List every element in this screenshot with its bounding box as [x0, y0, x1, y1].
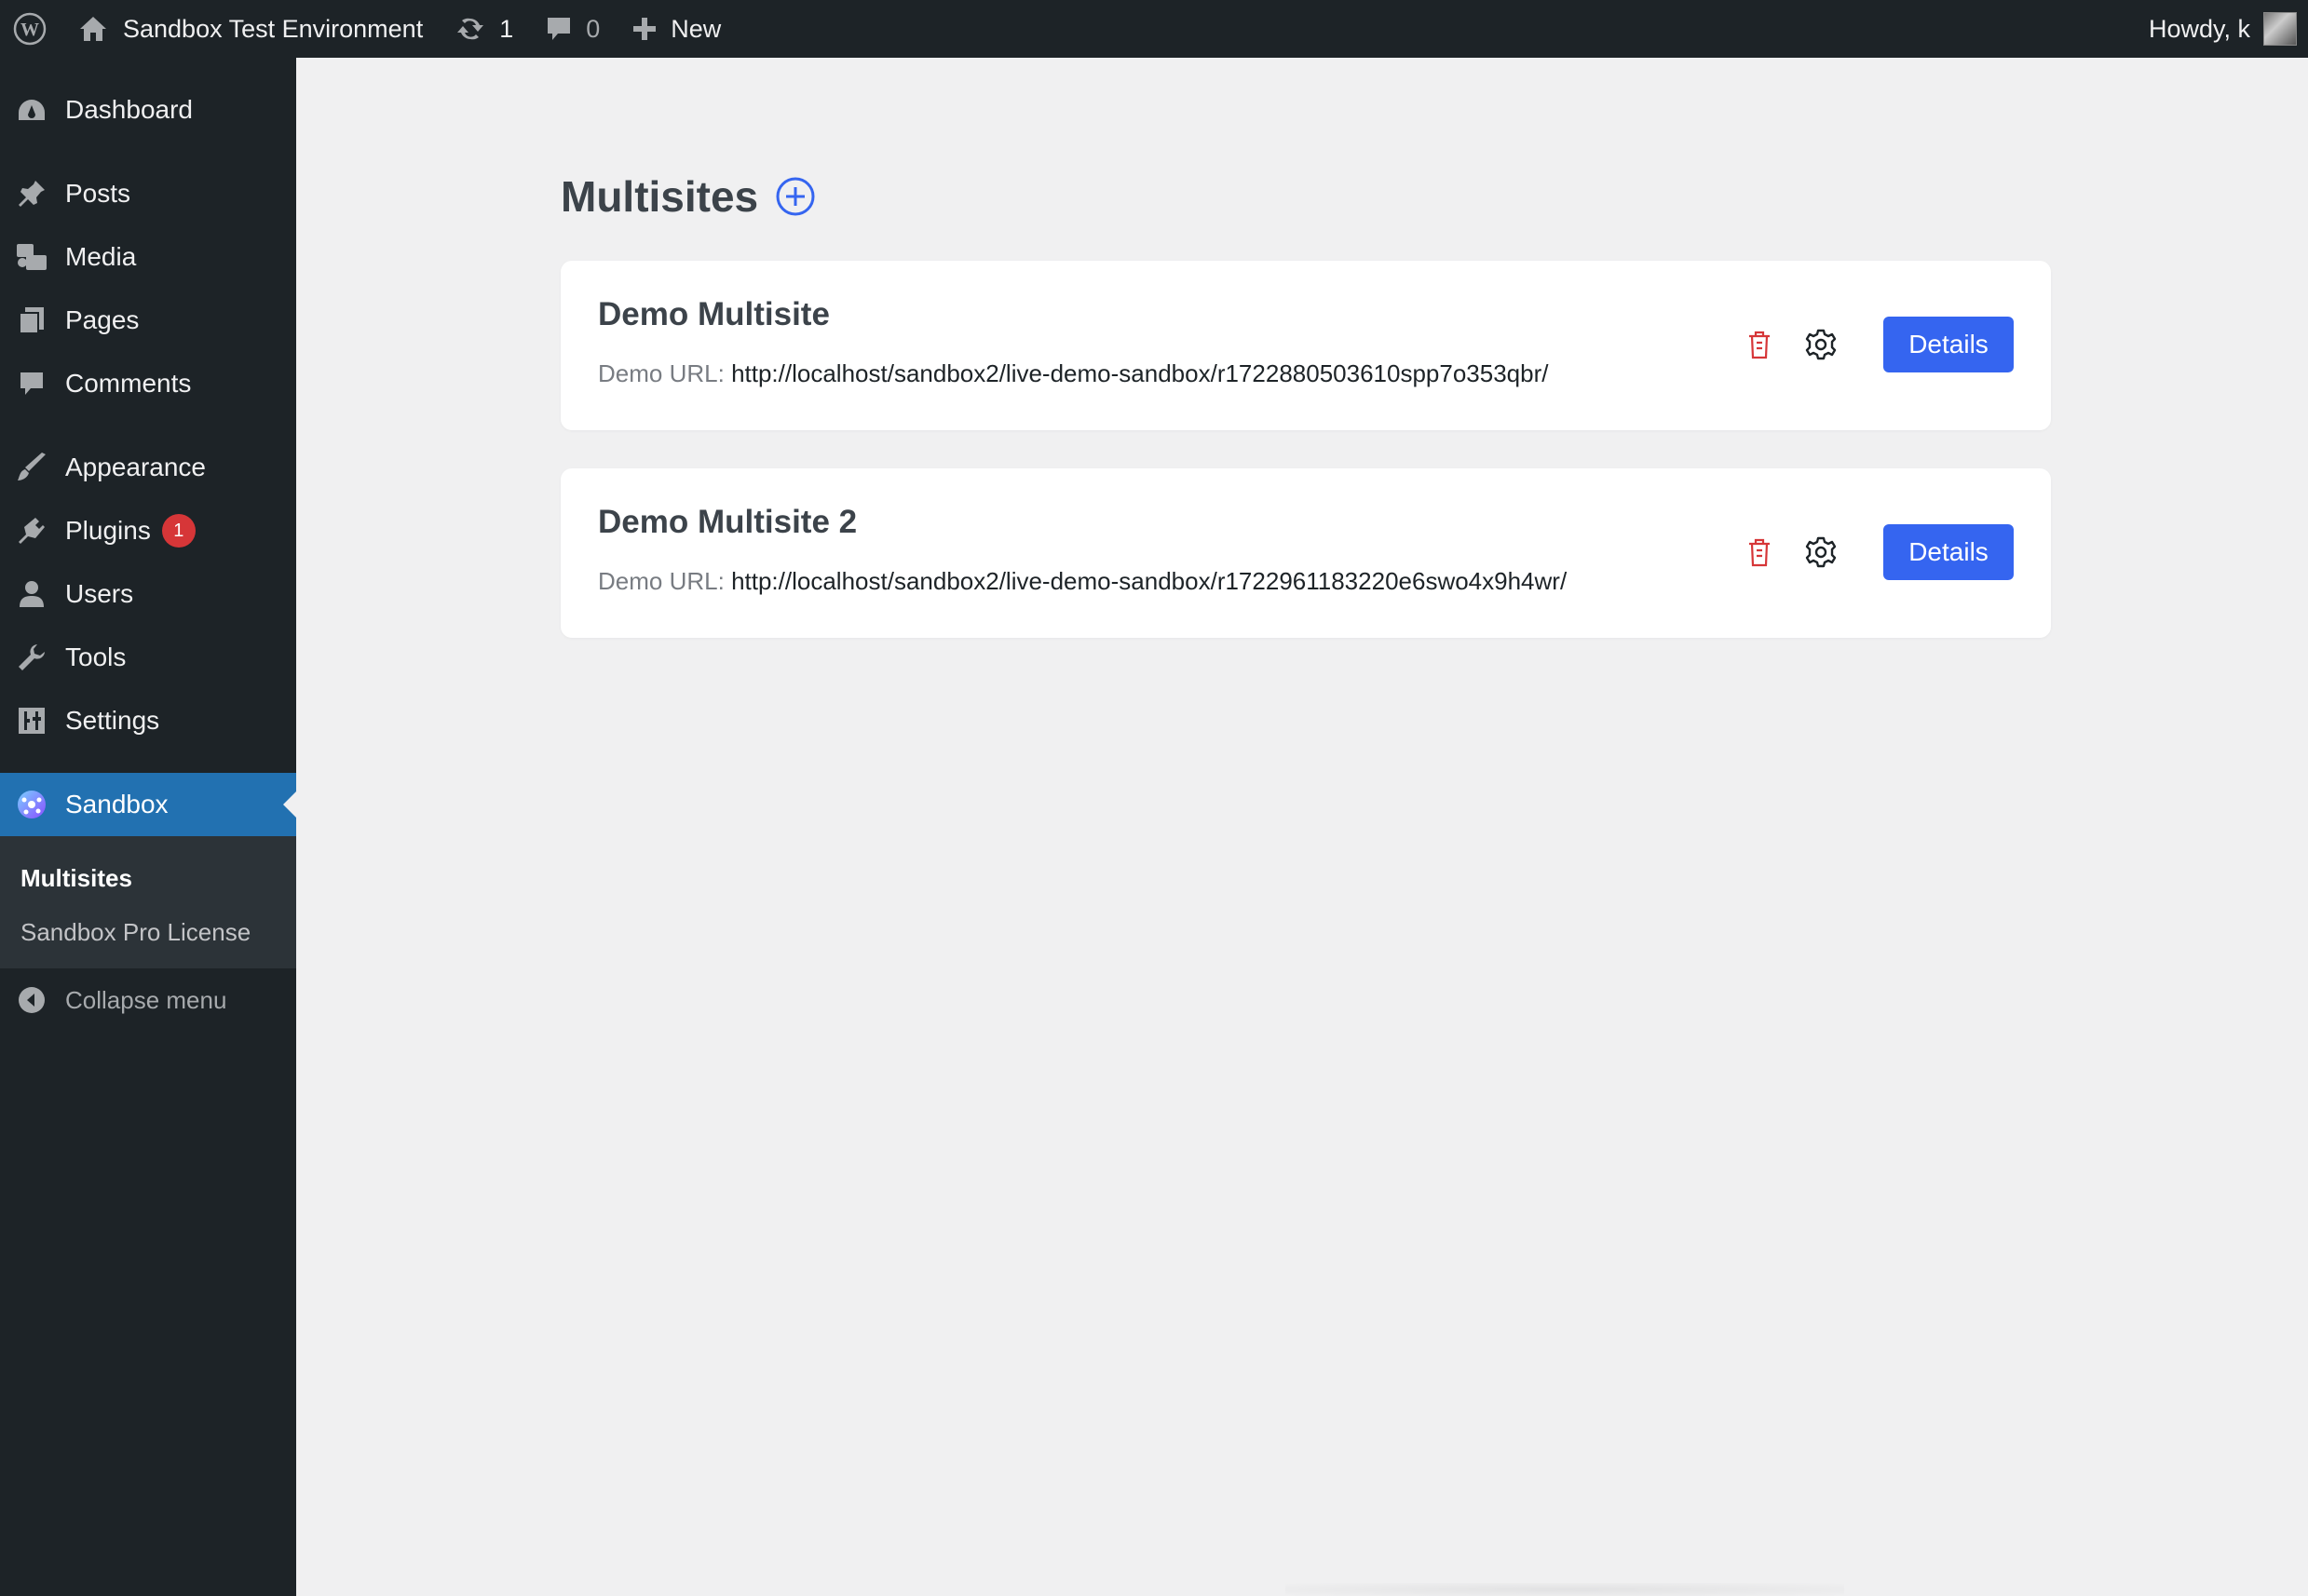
plus-circle-icon: [776, 177, 815, 216]
wordpress-logo-icon[interactable]: W: [0, 0, 60, 58]
main-content: Multisites Demo Multisite Demo URL: http…: [296, 58, 2308, 1596]
site-name: Sandbox Test Environment: [123, 14, 424, 43]
media-icon: [15, 240, 48, 274]
sidebar-item-label: Sandbox: [65, 790, 169, 818]
updates-count: 1: [499, 14, 514, 43]
wrench-icon: [15, 641, 48, 674]
refresh-icon: [457, 18, 484, 40]
demo-url-label: Demo URL:: [598, 359, 725, 387]
submenu-item-sandbox-pro-license[interactable]: Sandbox Pro License: [0, 905, 296, 959]
admin-bar-updates[interactable]: 1: [455, 0, 513, 58]
multisite-title: Demo Multisite: [598, 296, 830, 332]
user-icon: [15, 577, 48, 611]
shadow-decoration: [1285, 1583, 1844, 1596]
card-actions: Details: [1744, 524, 2014, 580]
demo-url-label: Demo URL:: [598, 567, 725, 595]
gear-icon: [1805, 329, 1837, 360]
sidebar-item-label: Posts: [65, 179, 131, 208]
sidebar-item-media[interactable]: Media: [0, 225, 296, 289]
sidebar-item-tools[interactable]: Tools: [0, 626, 296, 689]
collapse-menu-button[interactable]: Collapse menu: [0, 968, 296, 1032]
sidebar-item-label: Pages: [65, 305, 140, 334]
brush-icon: [15, 451, 48, 484]
details-button[interactable]: Details: [1883, 524, 2014, 580]
comment-icon: [15, 367, 48, 400]
admin-bar: W Sandbox Test Environment 1 0 New Howdy…: [0, 0, 2308, 58]
comment-icon: [548, 18, 571, 40]
sidebar-item-pages[interactable]: Pages: [0, 289, 296, 352]
new-label: New: [671, 14, 722, 43]
page-title: Multisites: [561, 172, 759, 221]
gear-icon: [1805, 536, 1837, 568]
sandbox-submenu: Multisites Sandbox Pro License: [0, 836, 296, 968]
details-button[interactable]: Details: [1883, 317, 2014, 372]
admin-bar-comments[interactable]: 0: [545, 0, 600, 58]
sidebar-item-label: Comments: [65, 369, 192, 398]
settings-icon: [15, 704, 48, 737]
sidebar-item-label: Media: [65, 242, 137, 271]
collapse-icon: [15, 983, 48, 1017]
dashboard-icon: [15, 93, 48, 127]
trash-icon: [1749, 538, 1770, 567]
avatar: [2263, 12, 2297, 46]
sidebar-item-plugins[interactable]: Plugins 1: [0, 499, 296, 562]
sidebar-item-posts[interactable]: Posts: [0, 162, 296, 225]
settings-button[interactable]: [1805, 536, 1837, 568]
admin-sidebar: Dashboard Posts Media Pages Comments App…: [0, 58, 296, 1596]
multisite-title: Demo Multisite 2: [598, 504, 858, 540]
demo-url-value[interactable]: http://localhost/sandbox2/live-demo-sand…: [731, 567, 1567, 595]
multisite-url: Demo URL: http://localhost/sandbox2/live…: [598, 567, 1567, 596]
plugins-update-badge: 1: [161, 514, 196, 548]
multisite-card: Demo Multisite Demo URL: http://localhos…: [561, 261, 2051, 430]
sandbox-icon: [15, 788, 48, 821]
delete-button[interactable]: [1744, 536, 1775, 568]
greeting: Howdy, k: [2148, 14, 2250, 43]
card-actions: Details: [1744, 317, 2014, 372]
sidebar-item-label: Appearance: [65, 453, 207, 481]
sidebar-item-comments[interactable]: Comments: [0, 352, 296, 415]
admin-bar-new[interactable]: New: [631, 0, 721, 58]
comments-count: 0: [586, 14, 601, 43]
sidebar-item-label: Dashboard: [65, 95, 193, 124]
sidebar-item-label: Plugins: [65, 516, 151, 545]
demo-url-value[interactable]: http://localhost/sandbox2/live-demo-sand…: [731, 359, 1548, 387]
pin-icon: [15, 177, 48, 210]
multisite-url: Demo URL: http://localhost/sandbox2/live…: [598, 359, 1548, 388]
sidebar-item-settings[interactable]: Settings: [0, 689, 296, 752]
sidebar-item-label: Tools: [65, 642, 127, 671]
plugin-icon: [15, 514, 48, 548]
home-icon: [80, 17, 106, 41]
sidebar-item-dashboard[interactable]: Dashboard: [0, 78, 296, 142]
multisite-card: Demo Multisite 2 Demo URL: http://localh…: [561, 468, 2051, 638]
submenu-item-multisites[interactable]: Multisites: [0, 851, 296, 905]
sidebar-item-label: Users: [65, 579, 134, 608]
pages-icon: [15, 304, 48, 337]
sidebar-item-label: Settings: [65, 706, 160, 735]
collapse-menu-label: Collapse menu: [65, 985, 227, 1014]
add-multisite-button[interactable]: [775, 176, 816, 217]
sidebar-item-users[interactable]: Users: [0, 562, 296, 626]
svg-text:W: W: [20, 20, 39, 40]
admin-bar-account[interactable]: Howdy, k: [2149, 0, 2297, 58]
delete-button[interactable]: [1744, 329, 1775, 360]
plus-icon: [633, 18, 657, 40]
page-title-row: Multisites: [561, 171, 816, 222]
settings-button[interactable]: [1805, 329, 1837, 360]
sidebar-item-sandbox[interactable]: Sandbox: [0, 773, 296, 836]
trash-icon: [1749, 331, 1770, 359]
sidebar-item-appearance[interactable]: Appearance: [0, 436, 296, 499]
admin-bar-site[interactable]: Sandbox Test Environment: [78, 0, 423, 58]
